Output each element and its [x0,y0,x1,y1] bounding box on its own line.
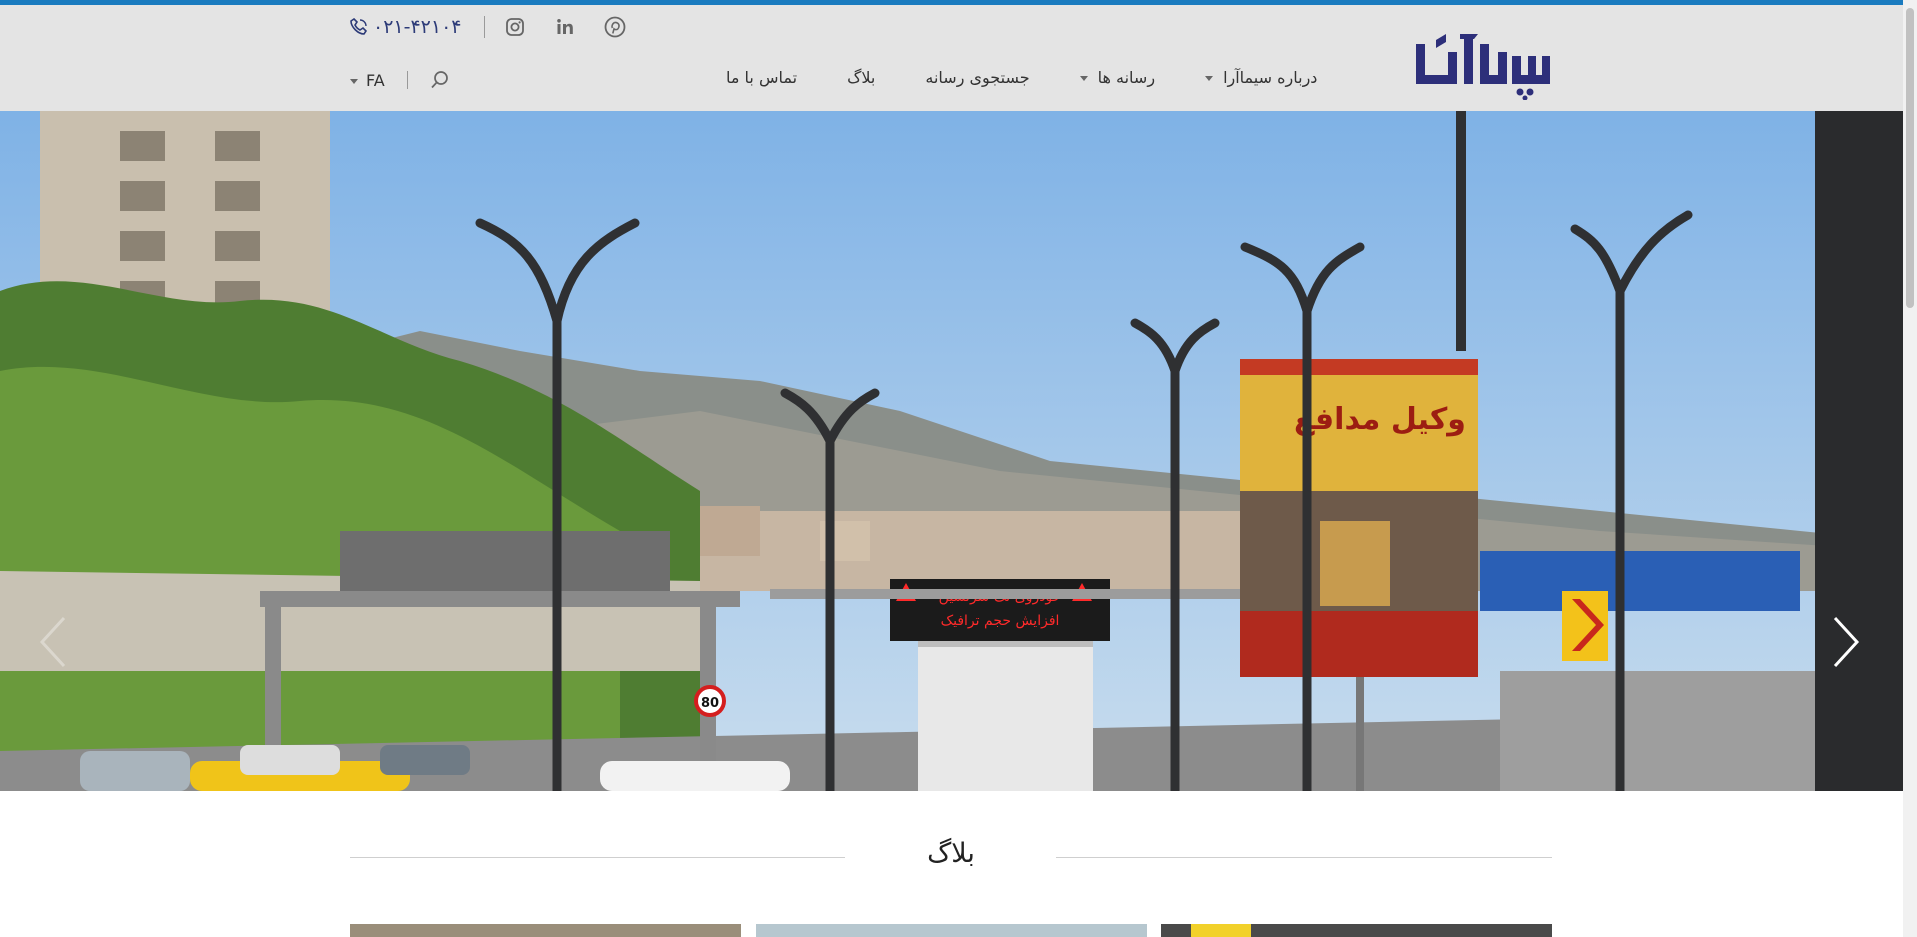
blog-card-image[interactable] [756,924,1147,937]
lang-separator [406,71,408,89]
vms-line-2: افزایش حجم ترافیک [941,613,1060,629]
chevron-down-icon [1205,75,1214,81]
instagram-link[interactable] [503,15,527,39]
scrollbar-thumb[interactable] [1906,8,1914,308]
pinterest-link[interactable] [603,15,627,39]
blog-card-image[interactable] [1161,924,1552,937]
nav-item-about[interactable]: درباره سیماآرا [1205,68,1317,87]
phone-number: ۰۲۱-۴۲۱۰۴ [373,16,462,38]
blog-card-image[interactable] [350,924,741,937]
nav-item-media[interactable]: رسانه ها [1079,67,1156,87]
search-icon[interactable] [430,70,450,90]
site-header [0,5,1917,111]
blog-section-header: بلاگ [350,820,1552,880]
hero-slider: خودروی تک سرنشین افزایش حجم ترافیک وکیل … [0,111,1903,791]
page-scrollbar[interactable] [1903,0,1917,937]
chevron-down-icon [350,78,358,84]
nav-item-contact[interactable]: تماس با ما [726,68,797,87]
chevron-down-icon [1079,75,1088,81]
phone-icon [350,18,368,35]
hero-image: خودروی تک سرنشین افزایش حجم ترافیک وکیل … [0,111,1903,791]
nav-label: بلاگ [847,67,876,87]
nav-label: تماس با ما [726,67,798,87]
linkedin-link[interactable] [553,15,577,39]
blog-cards [350,924,1552,937]
language-search-bar: FA [350,70,450,90]
pinterest-icon [604,16,625,38]
slider-next-arrow[interactable] [1829,614,1863,670]
section-title: بلاگ [927,838,975,869]
linkedin-icon [556,19,573,34]
chevron-left-icon [39,616,66,668]
contact-separator [483,16,485,38]
slider-prev-arrow[interactable] [36,614,70,670]
chevron-right-icon [1833,616,1860,668]
nav-item-media-search[interactable]: جستجوی رسانه [925,68,1029,87]
logo-wordmark [1416,34,1550,101]
contact-bar: ۰۲۱-۴۲۱۰۴ [350,10,653,44]
nav-item-blog[interactable]: بلاگ [847,68,875,87]
nav-label: رسانه ها [1097,67,1156,87]
main-navigation: تماس با ما بلاگ جستجوی رسانه رسانه ها در… [726,62,1317,92]
speed-sign-value: 80 [701,696,719,711]
phone-link[interactable]: ۰۲۱-۴۲۱۰۴ [350,16,462,38]
language-selector[interactable]: FA [366,71,385,90]
billboard-title: وکیل مدافع [1294,402,1466,437]
instagram-icon [505,18,524,36]
nav-label: جستجوی رسانه [925,67,1030,87]
site-logo[interactable] [1412,22,1554,101]
nav-label: درباره سیماآرا [1223,67,1318,87]
